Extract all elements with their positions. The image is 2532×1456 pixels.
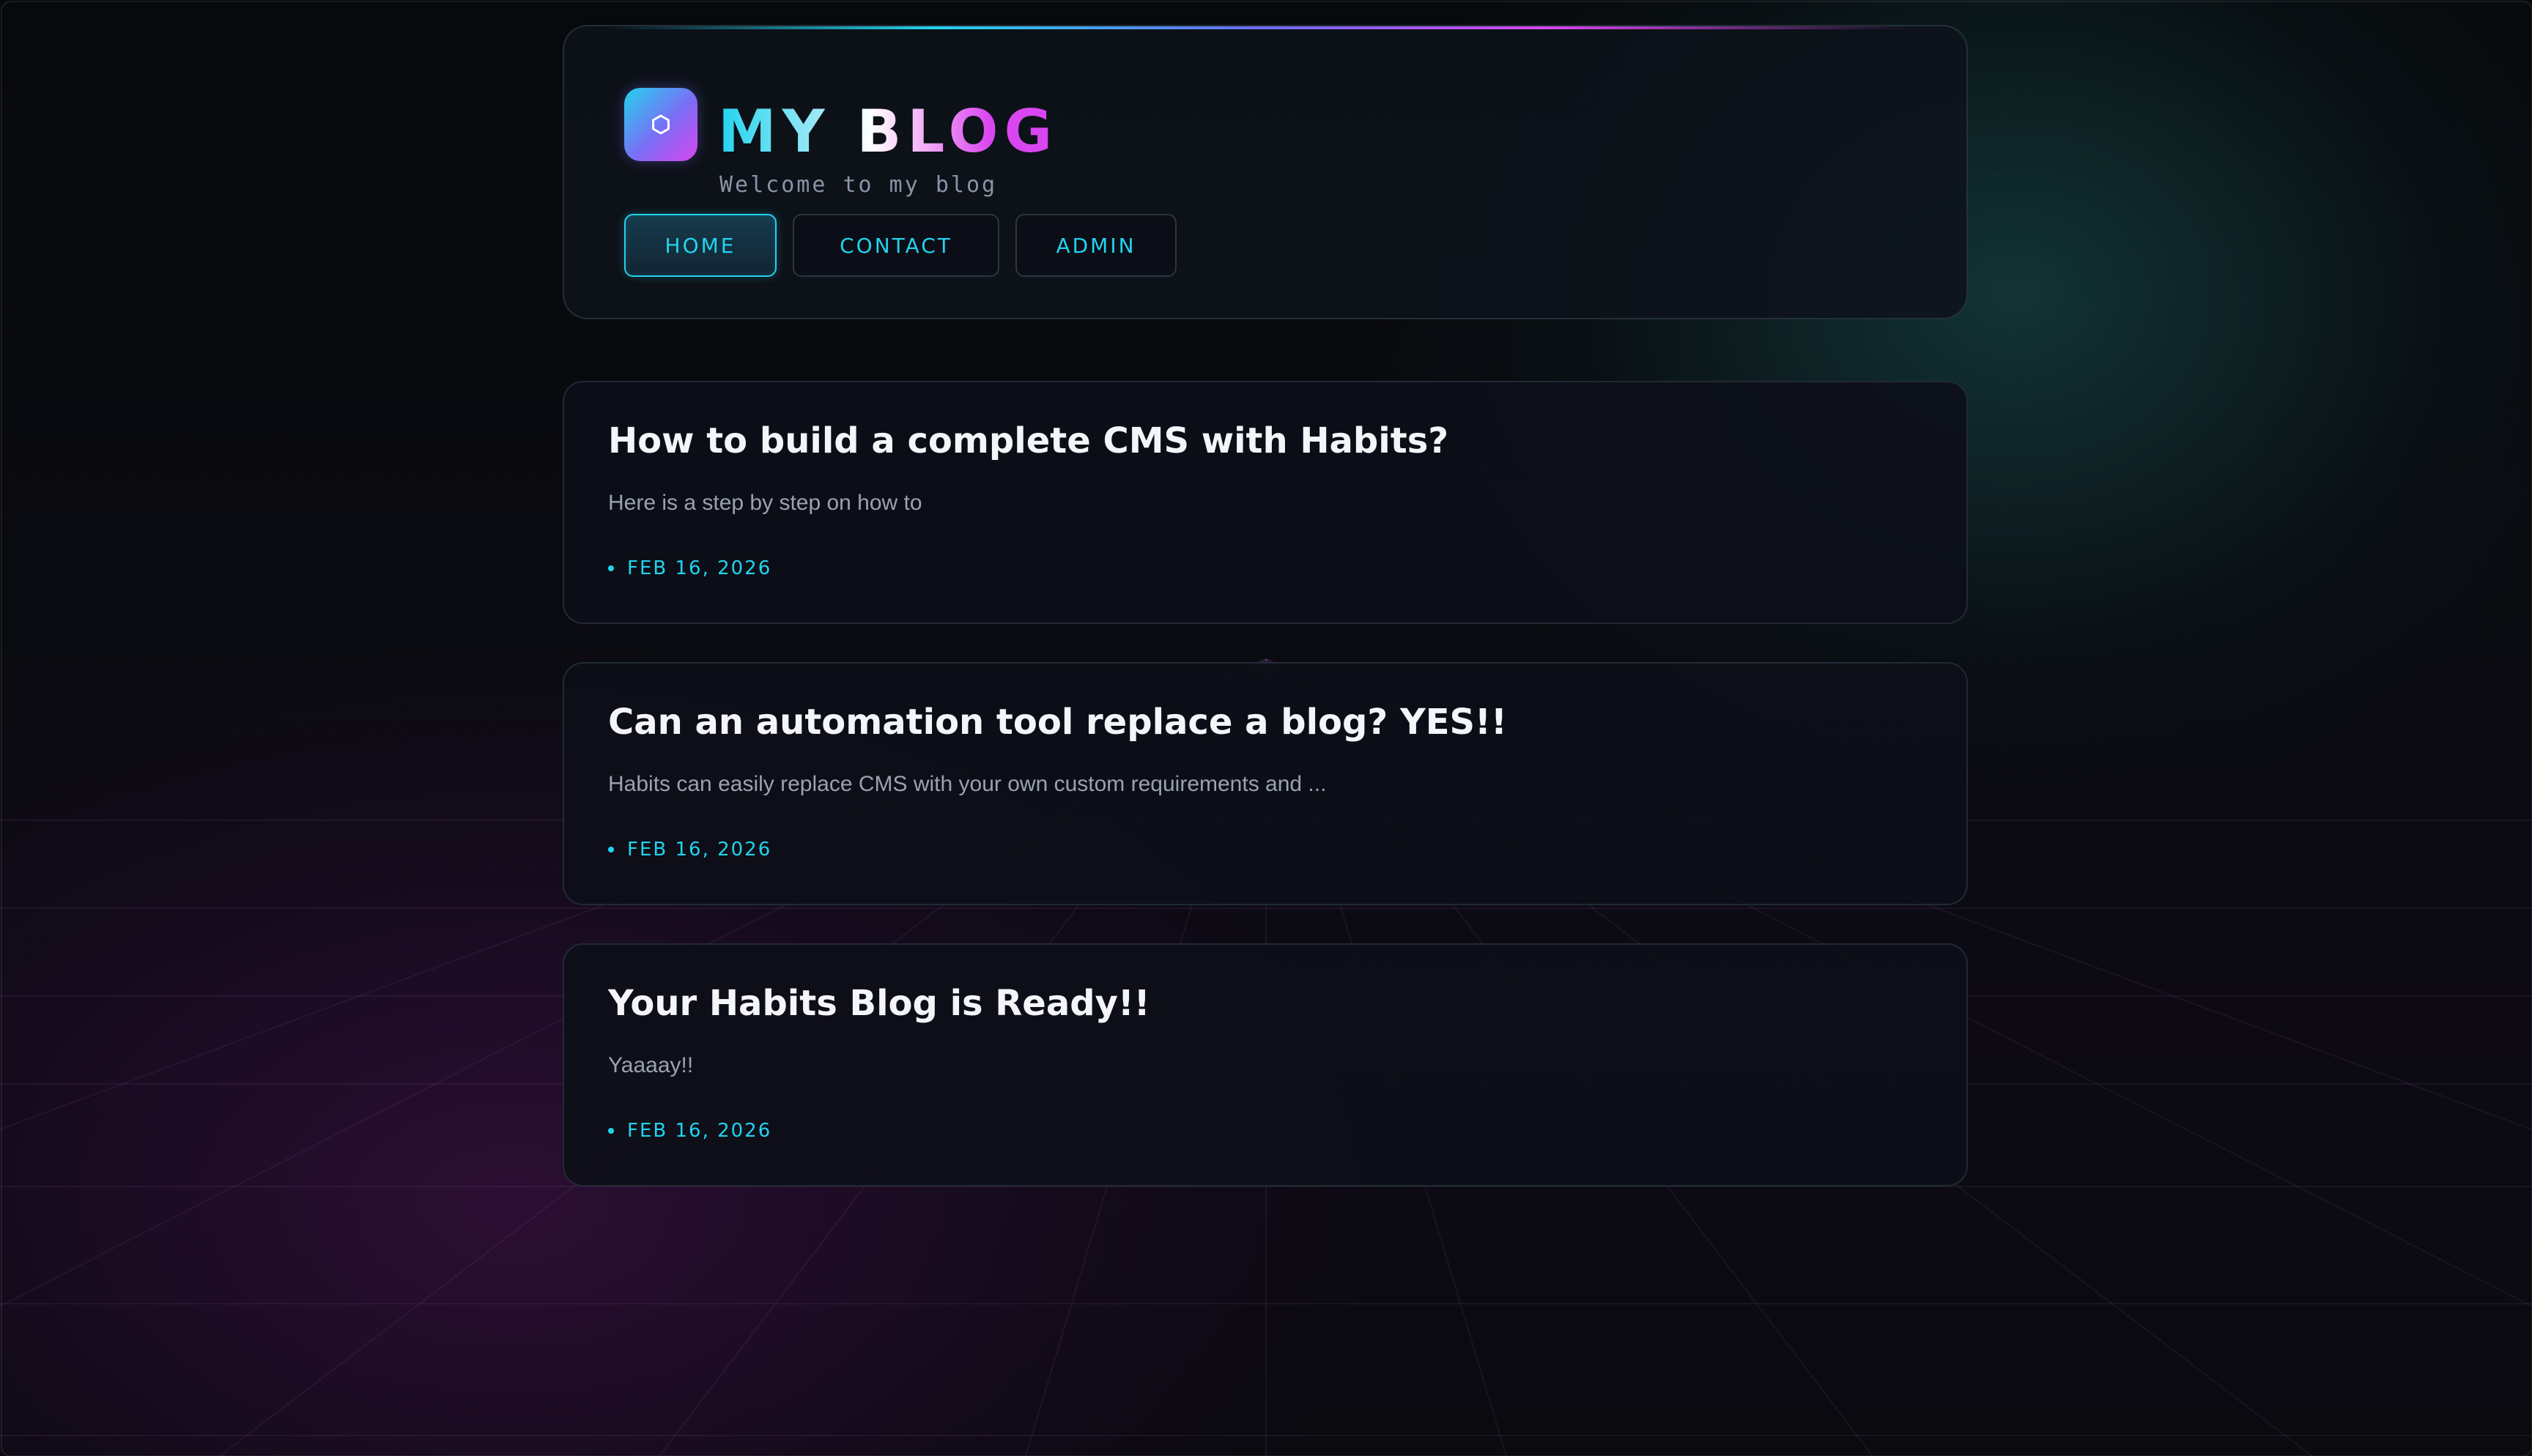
hexagon-icon xyxy=(652,114,670,135)
main-nav: HOME CONTACT ADMIN xyxy=(624,214,1177,277)
post-meta: FEB 16, 2026 xyxy=(608,557,771,580)
nav-contact-button[interactable]: CONTACT xyxy=(793,214,999,277)
post-date: FEB 16, 2026 xyxy=(627,1120,772,1142)
post-excerpt: Here is a step by step on how to xyxy=(608,491,922,515)
date-dot-icon xyxy=(608,847,614,853)
post-card[interactable]: Your Habits Blog is Ready!! Yaaaay!! FEB… xyxy=(563,943,1968,1186)
post-meta: FEB 16, 2026 xyxy=(608,1119,771,1143)
post-title[interactable]: How to build a complete CMS with Habits? xyxy=(608,419,1448,463)
date-dot-icon xyxy=(608,565,614,571)
post-card[interactable]: How to build a complete CMS with Habits?… xyxy=(563,381,1968,624)
date-dot-icon xyxy=(608,1128,614,1134)
post-date: FEB 16, 2026 xyxy=(627,557,772,579)
site-logo[interactable] xyxy=(624,88,697,161)
post-excerpt: Habits can easily replace CMS with your … xyxy=(608,772,1327,796)
post-meta: FEB 16, 2026 xyxy=(608,838,771,861)
post-date: FEB 16, 2026 xyxy=(627,839,772,861)
post-card[interactable]: Can an automation tool replace a blog? Y… xyxy=(563,662,1968,905)
post-title[interactable]: Your Habits Blog is Ready!! xyxy=(608,981,1150,1025)
header-gradient-line xyxy=(608,26,1912,29)
site-title[interactable]: MY BLOG xyxy=(718,97,1058,167)
post-excerpt: Yaaaay!! xyxy=(608,1053,694,1077)
nav-home-button[interactable]: HOME xyxy=(624,214,777,277)
nav-admin-button[interactable]: ADMIN xyxy=(1015,214,1177,277)
post-title[interactable]: Can an automation tool replace a blog? Y… xyxy=(608,700,1507,744)
page-background: MY BLOG Welcome to my blog HOME CONTACT … xyxy=(0,0,2532,1456)
site-subtitle: Welcome to my blog xyxy=(719,172,998,198)
site-header: MY BLOG Welcome to my blog HOME CONTACT … xyxy=(563,25,1968,319)
